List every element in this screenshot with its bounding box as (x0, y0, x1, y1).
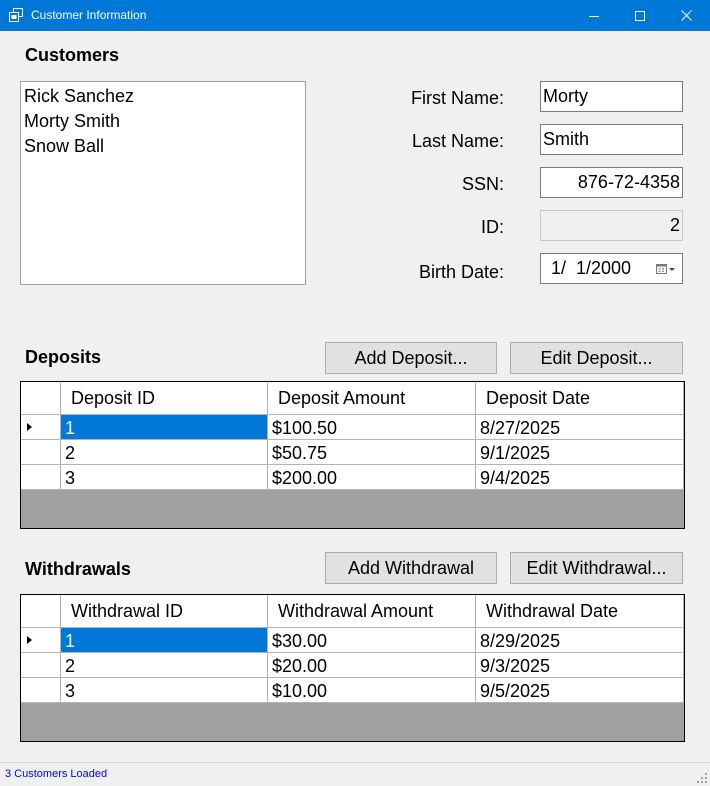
column-header-withdrawal-id[interactable]: Withdrawal ID (61, 595, 268, 628)
table-row[interactable]: 1 $100.50 8/27/2025 (21, 415, 684, 440)
row-header-corner (21, 595, 61, 628)
table-cell[interactable]: $20.00 (268, 653, 476, 678)
column-header-withdrawal-amount[interactable]: Withdrawal Amount (268, 595, 476, 628)
ssn-label: SSN: (461, 174, 504, 194)
row-header[interactable] (21, 415, 61, 440)
column-header-withdrawal-date[interactable]: Withdrawal Date (476, 595, 684, 628)
table-row[interactable]: 2 $50.75 9/1/2025 (21, 440, 684, 465)
status-text: 3 Customers Loaded (5, 768, 108, 780)
table-cell[interactable]: 8/27/2025 (476, 415, 684, 440)
resize-grip-icon[interactable] (696, 772, 708, 784)
table-cell[interactable]: 2 (61, 653, 268, 678)
title-bar[interactable]: Customer Information (0, 0, 710, 31)
table-cell[interactable]: 1 (61, 415, 268, 440)
table-cell[interactable]: 1 (61, 628, 268, 653)
customer-list-item[interactable]: Rick Sanchez (24, 86, 134, 107)
row-header[interactable] (21, 653, 61, 678)
row-header[interactable] (21, 628, 61, 653)
table-cell[interactable]: 9/1/2025 (476, 440, 684, 465)
table-row[interactable]: 3 $10.00 9/5/2025 (21, 678, 684, 703)
id-label: ID: (480, 217, 504, 237)
close-icon (680, 10, 692, 21)
customer-listbox[interactable]: Rick Sanchez Morty Smith Snow Ball (20, 81, 306, 285)
maximize-icon (635, 10, 645, 21)
add-withdrawal-button[interactable]: Add Withdrawal (325, 552, 497, 584)
column-header-deposit-date[interactable]: Deposit Date (476, 382, 684, 415)
table-row[interactable]: 2 $20.00 9/3/2025 (21, 653, 684, 678)
edit-deposit-button[interactable]: Edit Deposit... (510, 342, 683, 374)
deposits-header-row: Deposit ID Deposit Amount Deposit Date (21, 382, 684, 415)
minimize-icon (589, 15, 599, 17)
withdrawals-heading: Withdrawals (25, 559, 131, 579)
status-bar: 3 Customers Loaded (0, 762, 710, 786)
row-header[interactable] (21, 465, 61, 490)
ssn-field[interactable]: 876-72-4358 (540, 167, 683, 198)
column-header-deposit-id[interactable]: Deposit ID (61, 382, 268, 415)
table-cell[interactable]: $50.75 (268, 440, 476, 465)
row-header-corner (21, 382, 61, 415)
birth-date-label: Birth Date: (418, 262, 504, 282)
current-row-arrow-icon (27, 423, 32, 431)
table-cell[interactable]: 9/3/2025 (476, 653, 684, 678)
edit-withdrawal-button[interactable]: Edit Withdrawal... (510, 552, 683, 584)
table-row[interactable]: 3 $200.00 9/4/2025 (21, 465, 684, 490)
id-field: 2 (540, 210, 683, 241)
customer-list-item[interactable]: Morty Smith (24, 111, 120, 132)
table-cell[interactable]: $30.00 (268, 628, 476, 653)
birth-date-picker[interactable]: 1/ 1/2000 (540, 253, 683, 284)
customers-heading: Customers (25, 45, 120, 65)
deposits-heading: Deposits (25, 347, 102, 367)
withdrawals-header-row: Withdrawal ID Withdrawal Amount Withdraw… (21, 595, 684, 628)
app-icon (9, 8, 23, 22)
table-cell[interactable]: 9/5/2025 (476, 678, 684, 703)
column-header-deposit-amount[interactable]: Deposit Amount (268, 382, 476, 415)
table-cell[interactable]: 3 (61, 678, 268, 703)
table-row[interactable]: 1 $30.00 8/29/2025 (21, 628, 684, 653)
deposits-grid[interactable]: Deposit ID Deposit Amount Deposit Date 1… (20, 381, 685, 529)
close-button[interactable] (663, 0, 709, 31)
row-header[interactable] (21, 678, 61, 703)
minimize-button[interactable] (571, 0, 617, 31)
table-cell[interactable]: 9/4/2025 (476, 465, 684, 490)
customer-list-item[interactable]: Snow Ball (24, 136, 104, 157)
table-cell[interactable]: $10.00 (268, 678, 476, 703)
calendar-dropdown-icon[interactable] (656, 263, 676, 275)
last-name-field[interactable]: Smith (540, 124, 683, 155)
table-cell[interactable]: 3 (61, 465, 268, 490)
maximize-button[interactable] (617, 0, 663, 31)
table-cell[interactable]: 8/29/2025 (476, 628, 684, 653)
last-name-label: Last Name: (411, 131, 504, 151)
window-title: Customer Information (31, 8, 147, 22)
add-deposit-button[interactable]: Add Deposit... (325, 342, 497, 374)
table-cell[interactable]: $100.50 (268, 415, 476, 440)
table-cell[interactable]: 2 (61, 440, 268, 465)
first-name-field[interactable]: Morty (540, 81, 683, 112)
withdrawals-grid[interactable]: Withdrawal ID Withdrawal Amount Withdraw… (20, 594, 685, 742)
row-header[interactable] (21, 440, 61, 465)
first-name-label: First Name: (410, 88, 504, 108)
birth-date-value: 1/ 1/2000 (551, 258, 632, 278)
current-row-arrow-icon (27, 636, 32, 644)
table-cell[interactable]: $200.00 (268, 465, 476, 490)
